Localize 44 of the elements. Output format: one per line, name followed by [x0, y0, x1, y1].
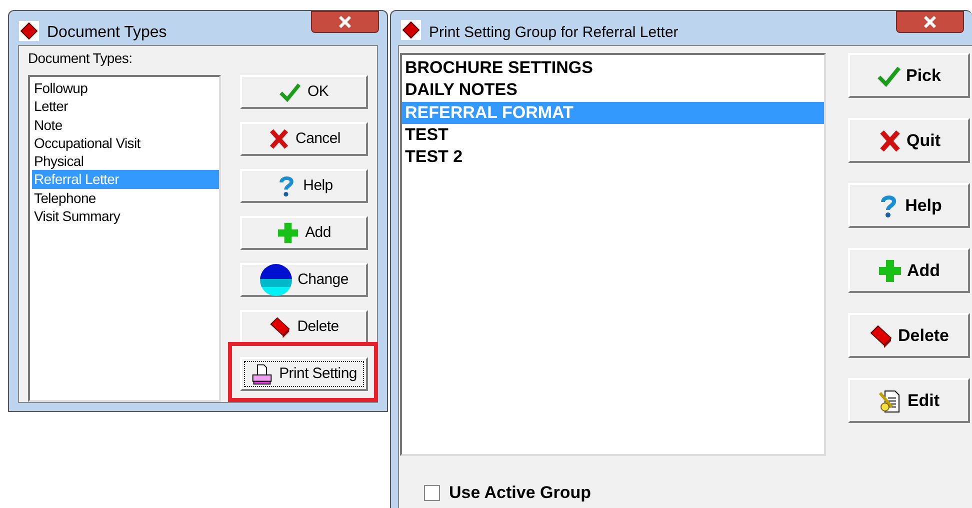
list-item[interactable]: TEST 2 — [402, 146, 824, 168]
check-icon — [279, 81, 302, 103]
action-button[interactable]: Quit — [848, 118, 970, 163]
app-icon — [401, 20, 421, 40]
app-icon — [19, 21, 39, 41]
eraser-icon — [868, 324, 893, 348]
plus-icon — [277, 222, 300, 244]
list-item[interactable]: Physical — [32, 152, 219, 170]
list-item[interactable]: Followup — [32, 79, 219, 98]
action-button[interactable]: Edit — [848, 378, 970, 423]
list-label: Document Types: — [28, 50, 134, 66]
cross-icon — [878, 128, 902, 152]
action-button[interactable]: OK — [240, 75, 368, 109]
list-item[interactable]: Telephone — [32, 188, 219, 208]
close-button[interactable] — [896, 11, 964, 33]
action-button[interactable]: Add — [240, 216, 368, 250]
list-item[interactable]: Letter — [32, 97, 219, 116]
close-icon — [338, 16, 352, 28]
print-setting-button[interactable]: Print Setting — [240, 357, 368, 391]
close-icon — [923, 16, 937, 28]
action-button[interactable]: Help — [240, 169, 368, 203]
use-active-group-checkbox[interactable]: Use Active Group — [424, 480, 592, 506]
cross-icon — [268, 128, 290, 150]
list-item[interactable]: Visit Summary — [32, 207, 219, 226]
list-item[interactable]: Note — [32, 116, 219, 134]
printer-icon — [251, 363, 274, 385]
action-button[interactable]: Add — [848, 248, 970, 293]
eraser-icon — [269, 316, 292, 338]
action-button[interactable]: Pick — [848, 53, 970, 98]
action-button[interactable]: Cancel — [240, 122, 368, 156]
document-edit-icon — [878, 388, 902, 412]
action-button[interactable]: Change — [240, 263, 368, 297]
list-item[interactable]: TEST — [402, 124, 824, 146]
plus-icon — [878, 258, 902, 282]
list-item[interactable]: BROCHURE SETTINGS — [402, 57, 824, 80]
close-button[interactable] — [311, 11, 379, 33]
globe-icon — [260, 264, 292, 296]
list-item[interactable]: DAILY NOTES — [402, 79, 824, 102]
window-title: Document Types — [47, 23, 167, 43]
window-title: Print Setting Group for Referral Letter — [429, 23, 678, 43]
action-button[interactable]: Delete — [240, 310, 368, 344]
action-button[interactable]: Help — [848, 183, 970, 228]
action-button[interactable]: Delete — [848, 313, 970, 358]
list-item[interactable]: Occupational Visit — [32, 134, 219, 152]
